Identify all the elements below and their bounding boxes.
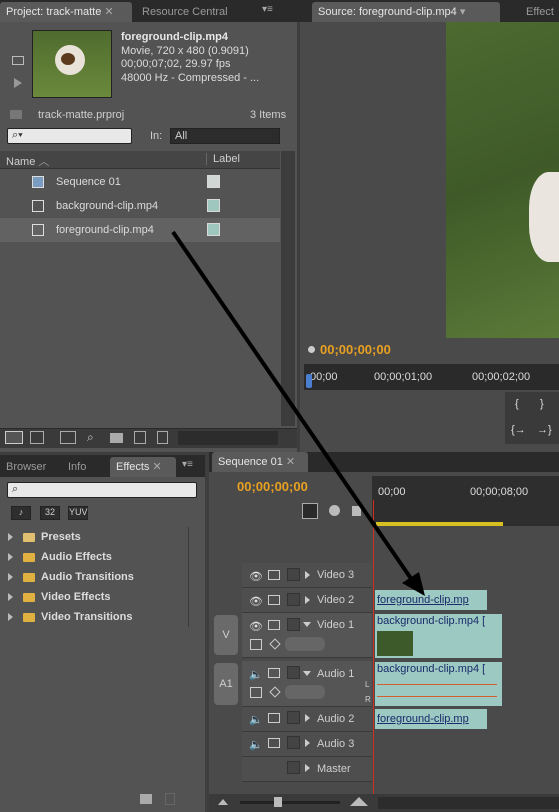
drag-arrow-line [171, 230, 414, 582]
drag-arrow-head [402, 572, 425, 596]
drag-arrow-annotation [171, 230, 425, 596]
